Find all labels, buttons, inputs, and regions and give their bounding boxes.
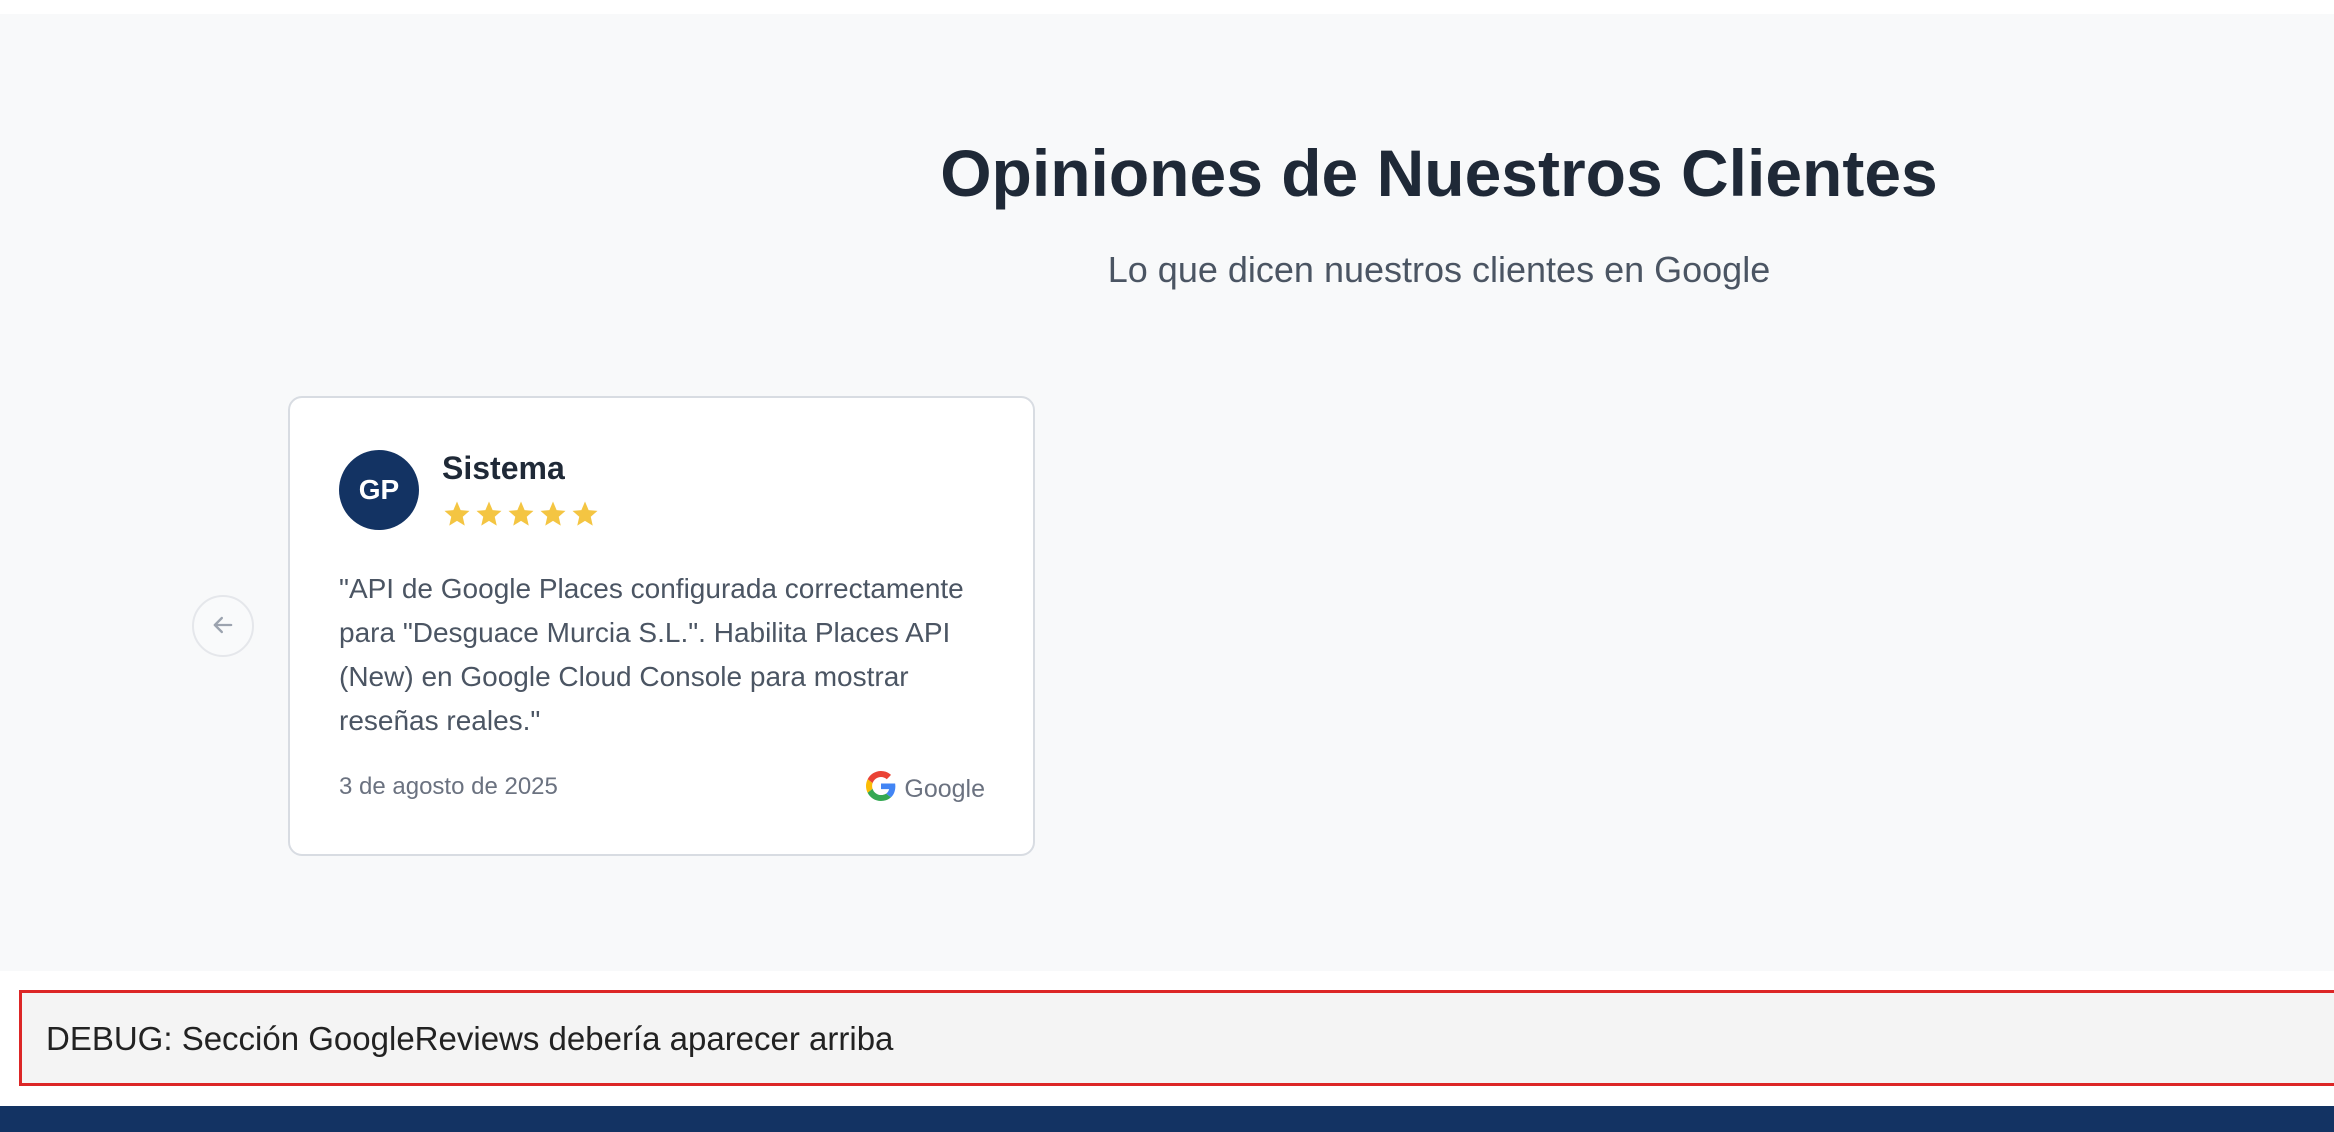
star-icon	[508, 501, 534, 526]
star-rating	[442, 499, 600, 529]
footer	[0, 1106, 2334, 1132]
review-card: GP Sistema "API de Google Places configu…	[288, 396, 1035, 856]
arrow-left-icon	[209, 611, 237, 642]
review-date: 3 de agosto de 2025	[339, 773, 558, 800]
reviews-section: Opiniones de Nuestros Clientes Lo que di…	[0, 14, 2334, 971]
section-subtitle: Lo que dicen nuestros clientes en Google	[1107, 249, 1771, 290]
review-source: Google	[866, 771, 985, 808]
star-icon	[444, 501, 470, 526]
google-icon	[866, 771, 896, 808]
source-label: Google	[904, 775, 985, 803]
carousel-prev-button[interactable]	[192, 595, 254, 657]
avatar: GP	[339, 450, 419, 530]
review-text: "API de Google Places configurada correc…	[339, 573, 964, 736]
star-icon	[572, 501, 598, 526]
star-icon	[540, 501, 566, 526]
debug-message: DEBUG: Sección GoogleReviews debería apa…	[46, 1020, 894, 1057]
reviewer-name: Sistema	[442, 450, 565, 486]
debug-banner: DEBUG: Sección GoogleReviews debería apa…	[19, 990, 2334, 1086]
section-title: Opiniones de Nuestros Clientes	[940, 136, 1938, 210]
star-icon	[476, 501, 502, 526]
